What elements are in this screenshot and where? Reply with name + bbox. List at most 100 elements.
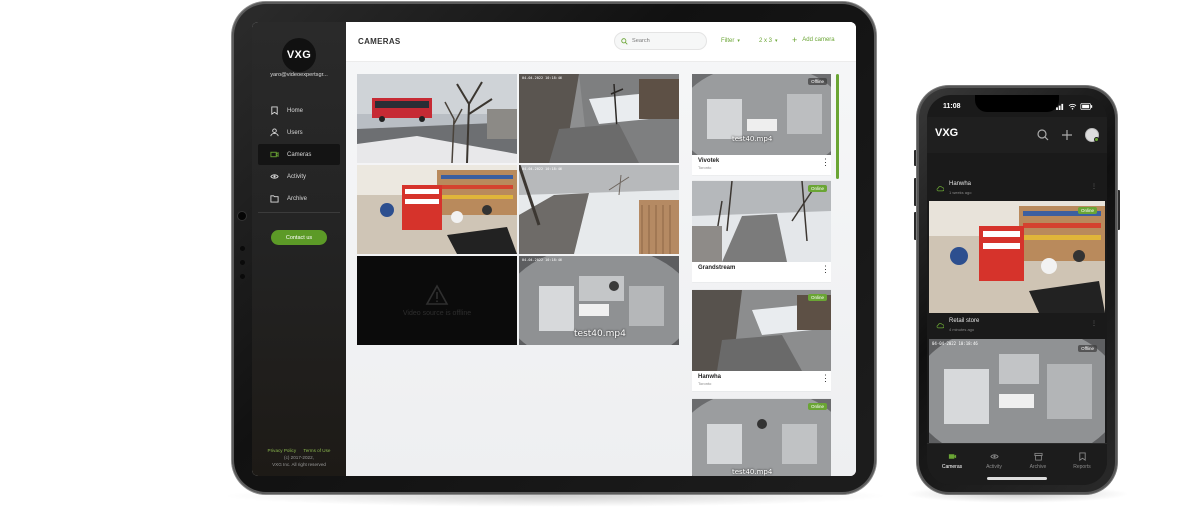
- camera-preview: [929, 339, 1105, 443]
- video-tile[interactable]: 04-04-2022 10:18:46: [519, 165, 679, 254]
- status-badge: Online: [807, 294, 827, 301]
- more-options-icon[interactable]: ⋮: [1091, 183, 1097, 190]
- tab-label: Cameras: [941, 464, 963, 470]
- video-tile[interactable]: 04-04-2022 10:18:46: [519, 74, 679, 163]
- eye-icon: [989, 454, 999, 459]
- sidebar-divider: [258, 212, 340, 213]
- more-options-icon[interactable]: ⋮: [821, 265, 830, 274]
- status-icons: [1056, 103, 1093, 110]
- filter-label: Filter: [721, 38, 735, 44]
- camera-feed[interactable]: Online: [929, 201, 1105, 313]
- sidebar-item-cameras[interactable]: Cameras: [258, 144, 340, 165]
- camera-preview: [692, 181, 831, 262]
- timestamp: 04-04-2022 10:18:46: [522, 258, 563, 262]
- video-tile[interactable]: [357, 165, 517, 254]
- camera-card[interactable]: Offline test40.mp4 Vivotek Toronto ⋮: [692, 74, 831, 175]
- battery-icon: [1080, 103, 1093, 110]
- terms-of-use-link[interactable]: Terms of Use: [303, 448, 330, 453]
- video-frame: [519, 165, 679, 254]
- more-options-icon[interactable]: ⋮: [821, 374, 830, 383]
- camera-info: Hanwha Toronto ⋮: [692, 371, 831, 391]
- home-indicator[interactable]: [987, 477, 1047, 480]
- camera-icon: [270, 150, 279, 159]
- phone-notch: [975, 95, 1059, 112]
- wifi-icon: [1068, 103, 1077, 110]
- folder-icon: [270, 194, 279, 203]
- add-icon[interactable]: [1061, 129, 1073, 141]
- bookmark-icon: [1078, 452, 1086, 461]
- timestamp: 04-04-2022 10:18:46: [522, 167, 563, 171]
- status-badge: Online: [807, 403, 827, 410]
- status-badge: Online: [807, 185, 827, 192]
- avatar[interactable]: [1085, 128, 1099, 142]
- footer-links: Privacy Policy Terms of Use: [252, 447, 346, 454]
- camera-info: Vivotek Toronto ⋮: [692, 155, 831, 175]
- search-icon: [621, 37, 628, 45]
- timestamp: 04-04-2022 10:18:46: [932, 341, 978, 346]
- video-overlay-label: test40.mp4: [732, 135, 773, 143]
- sidebar-footer: Privacy Policy Terms of Use (c) 2017-202…: [252, 447, 346, 468]
- offline-video-tile[interactable]: Video source is offline: [357, 256, 517, 345]
- cloud-icon: [936, 323, 944, 329]
- tab-activity[interactable]: Activity: [973, 452, 1015, 470]
- search-input[interactable]: [632, 38, 702, 44]
- bottom-tab-bar: Cameras Activity Archive Reports: [927, 443, 1107, 485]
- offline-message: Video source is offline: [402, 310, 472, 317]
- camera-row[interactable]: Hanwha 1 weeks ago ⋮: [927, 178, 1107, 200]
- contact-us-button[interactable]: Contact us: [271, 230, 327, 245]
- warning-icon: [425, 284, 449, 305]
- camera-location: Toronto: [698, 381, 712, 386]
- sidebar-item-home[interactable]: Home: [258, 100, 340, 121]
- layout-dropdown[interactable]: 2 x 3 ▾: [759, 38, 778, 44]
- sidebar-item-activity[interactable]: Activity: [258, 166, 340, 187]
- page-title: CAMERAS: [358, 37, 401, 46]
- tab-cameras[interactable]: Cameras: [931, 452, 973, 470]
- sidebar-item-label: Archive: [287, 195, 308, 202]
- camera-thumbnail: Online test40.mp4: [692, 399, 831, 476]
- sidebar-item-archive[interactable]: Archive: [258, 188, 340, 209]
- camera-thumbnail: Online: [692, 181, 831, 262]
- more-options-icon[interactable]: ⋮: [1091, 320, 1097, 327]
- camera-preview: [692, 290, 831, 371]
- video-frame: [357, 74, 517, 163]
- vxg-logo[interactable]: VXG: [282, 38, 316, 72]
- user-email[interactable]: yaro@videoexpertsgr...: [256, 72, 342, 78]
- tab-label: Activity: [986, 464, 1002, 470]
- camera-list: Offline test40.mp4 Vivotek Toronto ⋮ Onl…: [692, 74, 831, 476]
- copyright-text: (c) 2017-2022,: [284, 455, 314, 460]
- camera-time: 1 weeks ago: [949, 190, 972, 195]
- plus-icon: +: [792, 35, 798, 45]
- copyright-text-2: VXG Inc. All right reserved: [272, 462, 326, 467]
- tablet-sensor-dot: [240, 246, 245, 251]
- vxg-logo[interactable]: VXG: [935, 127, 958, 139]
- search-box[interactable]: [614, 32, 707, 50]
- camera-list-scrollbar[interactable]: [836, 74, 839, 179]
- phone-app-header: VXG: [927, 117, 1107, 153]
- more-options-icon[interactable]: ⋮: [821, 158, 830, 167]
- tab-reports[interactable]: Reports: [1061, 452, 1103, 470]
- privacy-policy-link[interactable]: Privacy Policy: [268, 448, 297, 453]
- tab-archive[interactable]: Archive: [1017, 452, 1059, 470]
- phone-button: [1117, 190, 1120, 230]
- camera-card[interactable]: Online test40.mp4: [692, 399, 831, 476]
- eye-icon: [270, 172, 279, 181]
- sidebar-item-label: Users: [287, 129, 303, 136]
- camera-preview: [692, 399, 831, 476]
- camera-row[interactable]: Retail store 4 minutes ago ⋮: [927, 315, 1107, 337]
- status-badge: Offline: [1078, 345, 1097, 352]
- sidebar-item-users[interactable]: Users: [258, 122, 340, 143]
- status-badge: Offline: [808, 78, 827, 85]
- signal-icon: [1056, 103, 1064, 110]
- filter-dropdown[interactable]: Filter ▾: [721, 38, 740, 44]
- tablet-front-camera: [238, 212, 246, 220]
- video-frame: [357, 165, 517, 254]
- phone-screen: 11:08 VXG Hanwha 1 weeks ago ⋮ Online Re…: [927, 95, 1107, 485]
- search-icon[interactable]: [1037, 129, 1049, 141]
- video-tile[interactable]: 04-04-2022 10:18:46 test40.mp4: [519, 256, 679, 345]
- camera-card[interactable]: Online Grandstream ⋮: [692, 181, 831, 282]
- camera-feed[interactable]: 04-04-2022 10:18:46 Offline: [929, 339, 1105, 443]
- add-camera-button[interactable]: + Add camera: [792, 35, 835, 45]
- video-tile[interactable]: [357, 74, 517, 163]
- camera-card[interactable]: Online Hanwha Toronto ⋮: [692, 290, 831, 391]
- status-time: 11:08: [943, 103, 961, 110]
